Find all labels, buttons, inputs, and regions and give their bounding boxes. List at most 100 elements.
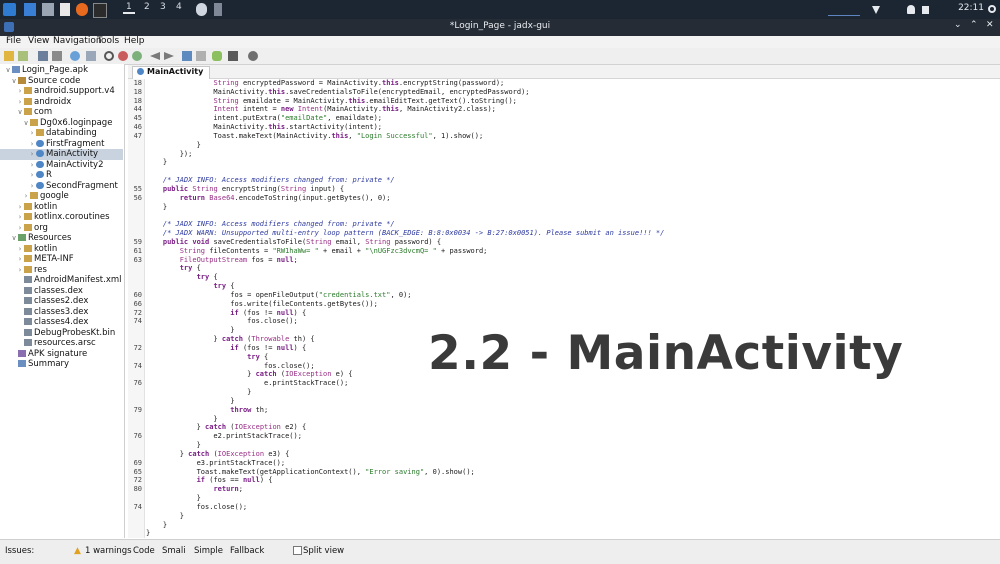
tree-item[interactable]: › SecondFragment (0, 181, 123, 192)
menu-file[interactable]: File (6, 36, 21, 46)
open-file-icon[interactable] (4, 51, 14, 61)
debug-icon[interactable] (228, 51, 238, 61)
chevron-right-icon[interactable]: › (22, 191, 30, 202)
bell-icon[interactable] (907, 5, 915, 14)
tree-item[interactable]: resources.arsc (0, 338, 123, 349)
app-menu-icon[interactable] (3, 3, 16, 16)
tree-item[interactable]: › kotlinx.coroutines (0, 212, 123, 223)
maximize-icon[interactable]: ⌃ (970, 20, 978, 30)
chevron-right-icon[interactable]: › (16, 254, 24, 265)
find-class-icon[interactable] (118, 51, 128, 61)
tree-item[interactable]: › android.support.v4 (0, 86, 123, 97)
tree-item[interactable]: classes2.dex (0, 296, 123, 307)
chevron-right-icon[interactable]: › (16, 223, 24, 234)
tree-item[interactable]: ∨ Resources (0, 233, 123, 244)
chevron-right-icon[interactable]: › (28, 139, 36, 150)
tree-item[interactable]: › databinding (0, 128, 123, 139)
tree-item[interactable]: ∨ com (0, 107, 123, 118)
tree-item[interactable]: › kotlin (0, 244, 123, 255)
android-icon[interactable] (212, 51, 222, 61)
text-editor-icon[interactable] (60, 3, 70, 16)
tree-item[interactable]: AndroidManifest.xml (0, 275, 123, 286)
chevron-right-icon[interactable]: › (28, 170, 36, 181)
settings-icon[interactable] (248, 51, 258, 61)
split-view-label[interactable]: Split view (303, 546, 344, 556)
chevron-right-icon[interactable]: › (28, 160, 36, 171)
sync-icon[interactable] (70, 51, 80, 61)
tree-item[interactable]: Summary (0, 359, 123, 370)
expand-all-icon[interactable] (86, 51, 96, 61)
tree-item[interactable]: › META-INF (0, 254, 123, 265)
tab-code[interactable]: Code (133, 546, 155, 556)
lock-icon[interactable] (922, 6, 929, 14)
forward-icon[interactable] (164, 52, 174, 60)
split-view-checkbox[interactable] (293, 546, 302, 555)
chevron-down-icon[interactable]: ∨ (4, 65, 12, 76)
tree-item[interactable]: classes4.dex (0, 317, 123, 328)
menu-navigation[interactable]: Navigation (53, 36, 102, 46)
tree-item[interactable]: › MainActivity2 (0, 160, 123, 171)
back-icon[interactable] (150, 52, 160, 60)
workspace-1[interactable]: 1 (123, 2, 135, 14)
chevron-right-icon[interactable]: › (16, 244, 24, 255)
files-icon[interactable] (42, 3, 54, 16)
download-icon[interactable] (872, 6, 880, 14)
tree-item[interactable]: › res (0, 265, 123, 276)
tree-item[interactable]: › org (0, 223, 123, 234)
warnings-count[interactable]: 1 warnings (85, 546, 132, 556)
terminal-icon[interactable] (93, 3, 107, 18)
tab-simple[interactable]: Simple (194, 546, 223, 556)
tree-item[interactable]: APK signature (0, 349, 123, 360)
tree-item-label: classes4.dex (34, 317, 89, 327)
chevron-right-icon[interactable]: › (28, 181, 36, 192)
menu-tools[interactable]: Tools (97, 36, 119, 46)
menu-help[interactable]: Help (124, 36, 145, 46)
tree-item[interactable]: › MainActivity (0, 149, 123, 160)
chevron-down-icon[interactable]: ∨ (10, 76, 18, 87)
tree-item[interactable]: › google (0, 191, 123, 202)
jadx-icon[interactable] (196, 3, 207, 16)
chevron-right-icon[interactable]: › (16, 97, 24, 108)
tab-mainactivity[interactable]: MainActivity (132, 66, 211, 79)
tree-item[interactable]: classes3.dex (0, 307, 123, 318)
chevron-down-icon[interactable]: ∨ (22, 118, 30, 129)
log-icon[interactable] (196, 51, 206, 61)
power-icon[interactable] (988, 5, 996, 13)
tree-item[interactable]: › kotlin (0, 202, 123, 213)
chevron-down-icon[interactable]: ∨ (10, 233, 18, 244)
find-usage-icon[interactable] (132, 51, 142, 61)
firefox-icon[interactable] (76, 3, 88, 16)
tree-item[interactable]: › androidx (0, 97, 123, 108)
desktop-icon[interactable] (24, 3, 36, 16)
add-files-icon[interactable] (18, 51, 28, 61)
tree-item[interactable]: › R (0, 170, 123, 181)
tab-smali[interactable]: Smali (162, 546, 186, 556)
chevron-right-icon[interactable]: › (16, 202, 24, 213)
code-line: public void saveCredentialsToFile(String… (162, 237, 442, 246)
chevron-right-icon[interactable]: › (16, 212, 24, 223)
chevron-right-icon[interactable]: › (28, 149, 36, 160)
close-icon[interactable]: ✕ (986, 20, 994, 30)
workspace-4[interactable]: 4 (176, 2, 182, 12)
save-icon[interactable] (38, 51, 48, 61)
chevron-right-icon[interactable]: › (28, 128, 36, 139)
tree-item[interactable]: ∨ Dg0x6.loginpage (0, 118, 123, 129)
chevron-right-icon[interactable]: › (16, 86, 24, 97)
tree-item[interactable]: › FirstFragment (0, 139, 123, 150)
decompile-icon[interactable] (182, 51, 192, 61)
tree-item[interactable]: ∨ Source code (0, 76, 123, 87)
tab-fallback[interactable]: Fallback (230, 546, 264, 556)
tree-item[interactable]: ∨ Login_Page.apk (0, 65, 123, 76)
tree-item[interactable]: classes.dex (0, 286, 123, 297)
chevron-down-icon[interactable]: ∨ (16, 107, 24, 118)
workspace-3[interactable]: 3 (160, 2, 166, 12)
menu-view[interactable]: View (28, 36, 49, 46)
workspace-2[interactable]: 2 (144, 2, 150, 12)
chevron-right-icon[interactable]: › (16, 265, 24, 276)
clock[interactable]: 22:11 (958, 3, 984, 13)
tree-item[interactable]: DebugProbesKt.bin (0, 328, 123, 339)
minimize-icon[interactable]: ⌄ (954, 20, 962, 30)
window-list-icon[interactable] (214, 3, 222, 16)
search-icon[interactable] (104, 51, 114, 61)
export-icon[interactable] (52, 51, 62, 61)
